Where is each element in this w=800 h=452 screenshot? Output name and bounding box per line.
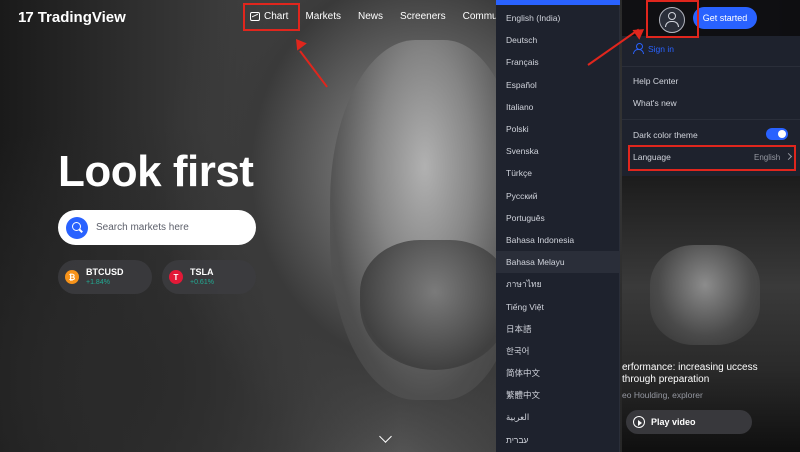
language-option[interactable]: Español bbox=[496, 74, 620, 96]
language-option[interactable]: Português bbox=[496, 207, 620, 229]
menu-divider bbox=[622, 119, 800, 120]
language-option[interactable]: Русский bbox=[496, 185, 620, 207]
nav-item-screeners[interactable]: Screeners bbox=[400, 11, 446, 22]
person-icon bbox=[633, 43, 644, 54]
ticker-text: BTCUSD +1.84% bbox=[86, 267, 124, 287]
nav-item-markets[interactable]: Markets bbox=[305, 11, 341, 22]
ticker-chip-btcusd[interactable]: ₿ BTCUSD +1.84% bbox=[58, 260, 152, 294]
hero-portrait-beard bbox=[360, 240, 510, 370]
ticker-text: TSLA +0.61% bbox=[190, 267, 214, 287]
play-video-button[interactable]: Play video bbox=[626, 410, 752, 434]
annotation-box-avatar bbox=[646, 0, 699, 38]
menu-item-whats-new[interactable]: What's new bbox=[633, 98, 677, 108]
language-option[interactable]: Bahasa Melayu bbox=[496, 251, 620, 274]
dark-theme-toggle[interactable] bbox=[766, 128, 788, 140]
nav-item-label: News bbox=[358, 11, 384, 22]
annotation-box-chart bbox=[243, 3, 300, 31]
nav-item-news[interactable]: News bbox=[358, 11, 383, 22]
sign-in-link[interactable]: Sign in bbox=[633, 43, 674, 54]
tradingview-logo[interactable]: 17 TradingView bbox=[18, 9, 126, 26]
dropdown-scroll-indicator bbox=[496, 0, 620, 5]
menu-divider bbox=[622, 66, 800, 67]
language-option[interactable]: 简体中文 bbox=[496, 362, 620, 384]
logo-text: TradingView bbox=[37, 9, 126, 26]
play-video-label: Play video bbox=[651, 417, 696, 427]
menu-item-help-center[interactable]: Help Center bbox=[633, 76, 678, 86]
language-option[interactable]: עברית bbox=[496, 429, 620, 451]
ticker-symbol: BTCUSD bbox=[86, 267, 124, 277]
article-author: eo Houlding, explorer bbox=[622, 390, 703, 400]
language-option[interactable]: 한국어 bbox=[496, 340, 620, 362]
menu-item-dark-theme: Dark color theme bbox=[633, 130, 698, 140]
ticker-symbol: TSLA bbox=[190, 267, 214, 277]
article-image bbox=[650, 245, 760, 345]
sign-in-label: Sign in bbox=[648, 43, 674, 54]
tesla-icon: T bbox=[169, 270, 183, 284]
nav-item-label: Screeners bbox=[400, 11, 446, 22]
get-started-button[interactable]: Get started bbox=[693, 7, 757, 29]
ticker-change: +0.61% bbox=[190, 279, 214, 286]
language-option[interactable]: Bahasa Indonesia bbox=[496, 229, 620, 251]
language-option[interactable]: Svenska bbox=[496, 140, 620, 162]
logo-mark-icon: 17 bbox=[18, 9, 34, 26]
search-input[interactable]: Search markets here bbox=[58, 210, 256, 245]
hero-headline: Look first bbox=[58, 147, 254, 196]
search-placeholder: Search markets here bbox=[96, 222, 189, 233]
ticker-chip-tsla[interactable]: T TSLA +0.61% bbox=[162, 260, 256, 294]
language-option[interactable]: ภาษาไทย bbox=[496, 273, 620, 295]
language-option[interactable]: Türkçe bbox=[496, 162, 620, 184]
language-option[interactable]: Polski bbox=[496, 118, 620, 140]
annotation-box-language bbox=[628, 145, 796, 171]
play-icon bbox=[633, 416, 645, 428]
language-option[interactable]: English (India) bbox=[496, 7, 620, 29]
ticker-change: +1.84% bbox=[86, 279, 110, 286]
language-option[interactable]: Tiếng Việt bbox=[496, 296, 620, 318]
search-icon[interactable] bbox=[66, 216, 88, 239]
language-option[interactable]: العربية bbox=[496, 407, 620, 429]
language-option[interactable]: 繁體中文 bbox=[496, 384, 620, 406]
article-title: erformance: increasing uccess through pr… bbox=[622, 362, 758, 385]
bitcoin-icon: ₿ bbox=[65, 270, 79, 284]
language-option[interactable]: 日本語 bbox=[496, 318, 620, 340]
language-option[interactable]: Italiano bbox=[496, 96, 620, 118]
language-option[interactable]: Deutsch bbox=[496, 29, 620, 51]
nav-item-label: Markets bbox=[305, 11, 342, 22]
